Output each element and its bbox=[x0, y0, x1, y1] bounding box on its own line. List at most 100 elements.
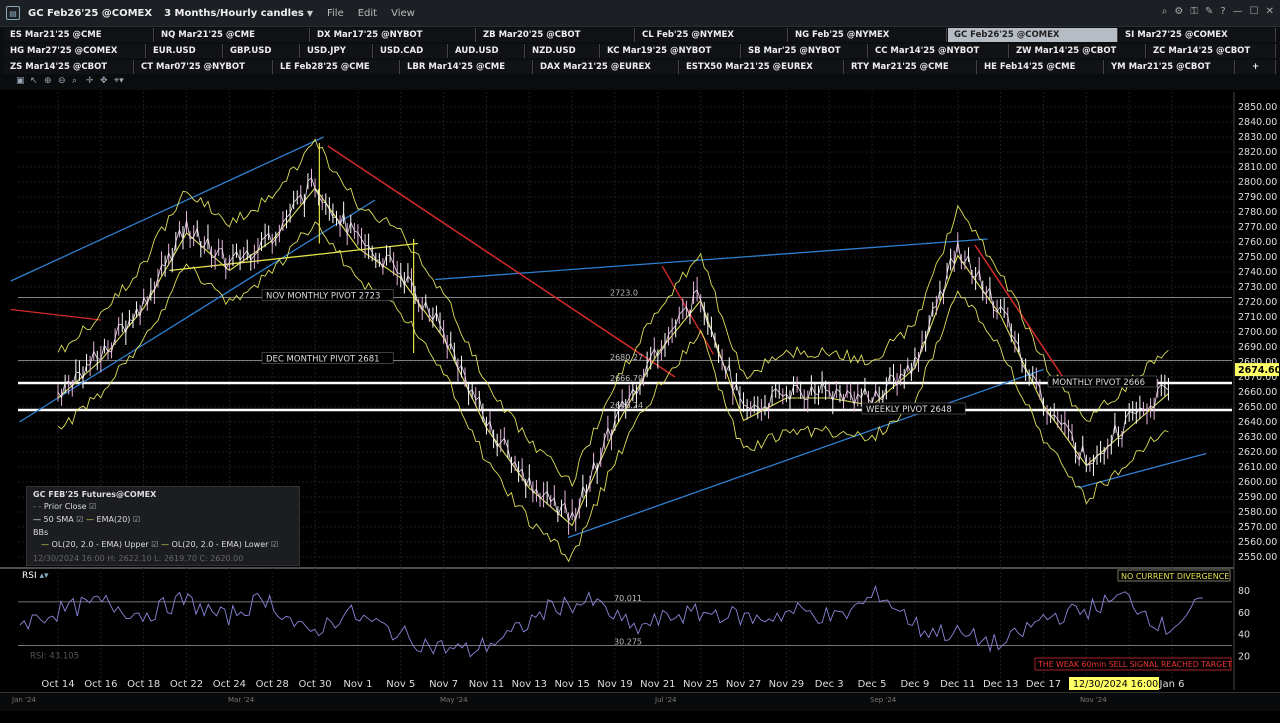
move-icon[interactable]: ✥ bbox=[100, 76, 108, 86]
y-tick-label: 2740.00 bbox=[1238, 267, 1277, 278]
minimize-icon[interactable]: — bbox=[1233, 6, 1243, 17]
y-tick-label: 2610.00 bbox=[1238, 462, 1277, 473]
x-tick-label: Nov 27 bbox=[726, 679, 761, 690]
tab-si[interactable]: SI Mar27'25 @COMEX bbox=[1119, 28, 1276, 42]
y-tick-label: 2830.00 bbox=[1238, 132, 1277, 143]
y-tick-label: 2760.00 bbox=[1238, 237, 1277, 248]
tab-lbr[interactable]: LBR Mar14'25 @CME bbox=[401, 60, 533, 74]
timeline-scrollbar[interactable]: Jan '24 Mar '24 May '24 Jul '24 Sep '24 … bbox=[0, 692, 1280, 711]
menu-edit[interactable]: Edit bbox=[358, 8, 377, 19]
tab-zs[interactable]: ZS Mar14'25 @CBOT bbox=[4, 60, 134, 74]
tab-row-2: HG Mar27'25 @COMEX EUR.USD GBP.USD USD.J… bbox=[0, 43, 1280, 59]
chart-type-icon[interactable]: ▣ bbox=[16, 76, 25, 86]
add-tab-button[interactable]: + bbox=[1236, 60, 1276, 74]
y-tick-label: 2620.00 bbox=[1238, 447, 1277, 458]
last-price-value: 2674.60 bbox=[1238, 365, 1280, 376]
timeframe-dropdown[interactable]: 3 Months/Hourly candles bbox=[164, 8, 304, 19]
scroll-label: May '24 bbox=[440, 696, 468, 704]
y-tick-label: 2800.00 bbox=[1238, 177, 1277, 188]
divergence-label: NO CURRENT DIVERGENCE bbox=[1121, 572, 1229, 581]
indicator-legend[interactable]: GC FEB'25 Futures@COMEX - - Prior Close … bbox=[26, 486, 300, 566]
tab-usdjpy[interactable]: USD.JPY bbox=[301, 44, 373, 58]
tab-kc[interactable]: KC Mar19'25 @NYBOT bbox=[601, 44, 741, 58]
tab-zw[interactable]: ZW Mar14'25 @CBOT bbox=[1010, 44, 1146, 58]
x-tick-label: Dec 11 bbox=[940, 679, 975, 690]
rsi-tick-label: 80 bbox=[1238, 586, 1250, 597]
x-tick-label: Oct 28 bbox=[256, 679, 289, 690]
tab-ct[interactable]: CT Mar07'25 @NYBOT bbox=[135, 60, 273, 74]
tab-gbpusd[interactable]: GBP.USD bbox=[224, 44, 300, 58]
rsi-panel-title[interactable]: RSI ▴▾ bbox=[22, 571, 49, 581]
tab-le[interactable]: LE Feb28'25 @CME bbox=[274, 60, 400, 74]
menu-file[interactable]: File bbox=[327, 8, 344, 19]
y-tick-label: 2570.00 bbox=[1238, 522, 1277, 533]
tab-dax[interactable]: DAX Mar21'25 @EUREX bbox=[534, 60, 679, 74]
close-icon[interactable]: ✕ bbox=[1266, 6, 1274, 17]
gear-icon[interactable]: ⚙ bbox=[1174, 6, 1183, 17]
chart-area[interactable]: 2850.00 2840.00 2830.00 2820.00 2810.00 2800.… bbox=[0, 90, 1280, 720]
tab-zc[interactable]: ZC Mar14'25 @CBOT bbox=[1147, 44, 1276, 58]
tab-nq[interactable]: NQ Mar21'25 @CME bbox=[155, 28, 310, 42]
zoom-out-icon[interactable]: ⊖ bbox=[58, 76, 66, 86]
x-tick-label: Nov 7 bbox=[429, 679, 458, 690]
x-tick-label: Nov 5 bbox=[386, 679, 415, 690]
legend-bb-bands[interactable]: — OL(20, 2.0 - EMA) Upper ☑ — OL(20, 2.0… bbox=[41, 540, 278, 549]
crosshair-icon[interactable]: ↖ bbox=[30, 76, 38, 86]
x-tick-label: Dec 5 bbox=[858, 679, 887, 690]
tab-zb[interactable]: ZB Mar20'25 @CBOT bbox=[477, 28, 635, 42]
title-bar: ▤ GC Feb26'25 @COMEX 3 Months/Hourly can… bbox=[0, 0, 1280, 27]
x-tick-label: Dec 13 bbox=[983, 679, 1018, 690]
scroll-label: Jan '24 bbox=[12, 696, 36, 704]
tab-cl[interactable]: CL Feb'25 @NYMEX bbox=[636, 28, 788, 42]
scroll-label: Mar '24 bbox=[228, 696, 255, 704]
y-tick-label: 2550.00 bbox=[1238, 552, 1277, 563]
tab-row-1: ES Mar21'25 @CME NQ Mar21'25 @CME DX Mar… bbox=[0, 27, 1280, 43]
rsi-tick-label: 40 bbox=[1238, 630, 1250, 641]
tab-es[interactable]: ES Mar21'25 @CME bbox=[4, 28, 154, 42]
x-tick-label: Nov 29 bbox=[769, 679, 804, 690]
search-icon[interactable]: ⌕ bbox=[1162, 6, 1168, 17]
x-tick-label: Nov 1 bbox=[343, 679, 372, 690]
menu-view[interactable]: View bbox=[391, 8, 415, 19]
tab-cc[interactable]: CC Mar14'25 @NYBOT bbox=[869, 44, 1009, 58]
tab-nzdusd[interactable]: NZD.USD bbox=[526, 44, 600, 58]
help-icon[interactable]: ? bbox=[1220, 6, 1225, 17]
tab-audusd[interactable]: AUD.USD bbox=[449, 44, 525, 58]
x-tick-label: Dec 9 bbox=[900, 679, 929, 690]
price-level-label: 2648.24 bbox=[610, 401, 643, 410]
rsi-tick-label: 60 bbox=[1238, 608, 1250, 619]
tab-ym[interactable]: YM Mar21'25 @CBOT bbox=[1105, 60, 1235, 74]
y-tick-label: 2710.00 bbox=[1238, 312, 1277, 323]
tab-usdcad[interactable]: USD.CAD bbox=[374, 44, 448, 58]
maximize-icon[interactable]: ☐ bbox=[1250, 6, 1259, 17]
tab-hg[interactable]: HG Mar27'25 @COMEX bbox=[4, 44, 146, 58]
y-tick-label: 2730.00 bbox=[1238, 282, 1277, 293]
legend-sma[interactable]: — 50 SMA ☑ — EMA(20) ☑ bbox=[33, 515, 140, 524]
y-tick-label: 2790.00 bbox=[1238, 192, 1277, 203]
pin-icon[interactable]: ✎ bbox=[1205, 6, 1213, 17]
tab-rty[interactable]: RTY Mar21'25 @CME bbox=[845, 60, 977, 74]
tab-row-3: ZS Mar14'25 @CBOT CT Mar07'25 @NYBOT LE … bbox=[0, 59, 1280, 75]
tab-ng[interactable]: NG Feb'25 @NYMEX bbox=[789, 28, 947, 42]
x-tick-label: Nov 15 bbox=[554, 679, 589, 690]
tab-dx[interactable]: DX Mar17'25 @NYBOT bbox=[311, 28, 476, 42]
chevron-down-icon[interactable]: ▼ bbox=[307, 9, 313, 18]
tab-gc[interactable]: GC Feb26'25 @COMEX bbox=[948, 28, 1118, 42]
tab-he[interactable]: HE Feb14'25 @CME bbox=[978, 60, 1104, 74]
lock-icon[interactable]: ⚿ bbox=[1190, 6, 1198, 17]
x-tick-label: Nov 19 bbox=[597, 679, 632, 690]
y-tick-label: 2650.00 bbox=[1238, 402, 1277, 413]
pan-icon[interactable]: ✛ bbox=[86, 76, 94, 86]
legend-prior-close[interactable]: - - Prior Close ☑ bbox=[33, 502, 96, 511]
rsi-tick-label: 20 bbox=[1238, 652, 1250, 663]
tab-eurusd[interactable]: EUR.USD bbox=[147, 44, 223, 58]
cursor-tool-icon[interactable]: ⌖▾ bbox=[114, 76, 124, 86]
y-tick-label: 2560.00 bbox=[1238, 537, 1277, 548]
weekly-pivot-label: WEEKLY PIVOT 2648 bbox=[866, 405, 952, 415]
rsi-level-label: 30.275 bbox=[614, 638, 642, 647]
price-chart[interactable]: 2850.00 2840.00 2830.00 2820.00 2810.00 2800.… bbox=[0, 90, 1280, 720]
tab-estx50[interactable]: ESTX50 Mar21'25 @EUREX bbox=[680, 60, 844, 74]
zoom-in-icon[interactable]: ⊕ bbox=[44, 76, 52, 86]
search-icon[interactable]: ⌕ bbox=[72, 76, 77, 86]
tab-sb[interactable]: SB Mar'25 @NYBOT bbox=[742, 44, 868, 58]
